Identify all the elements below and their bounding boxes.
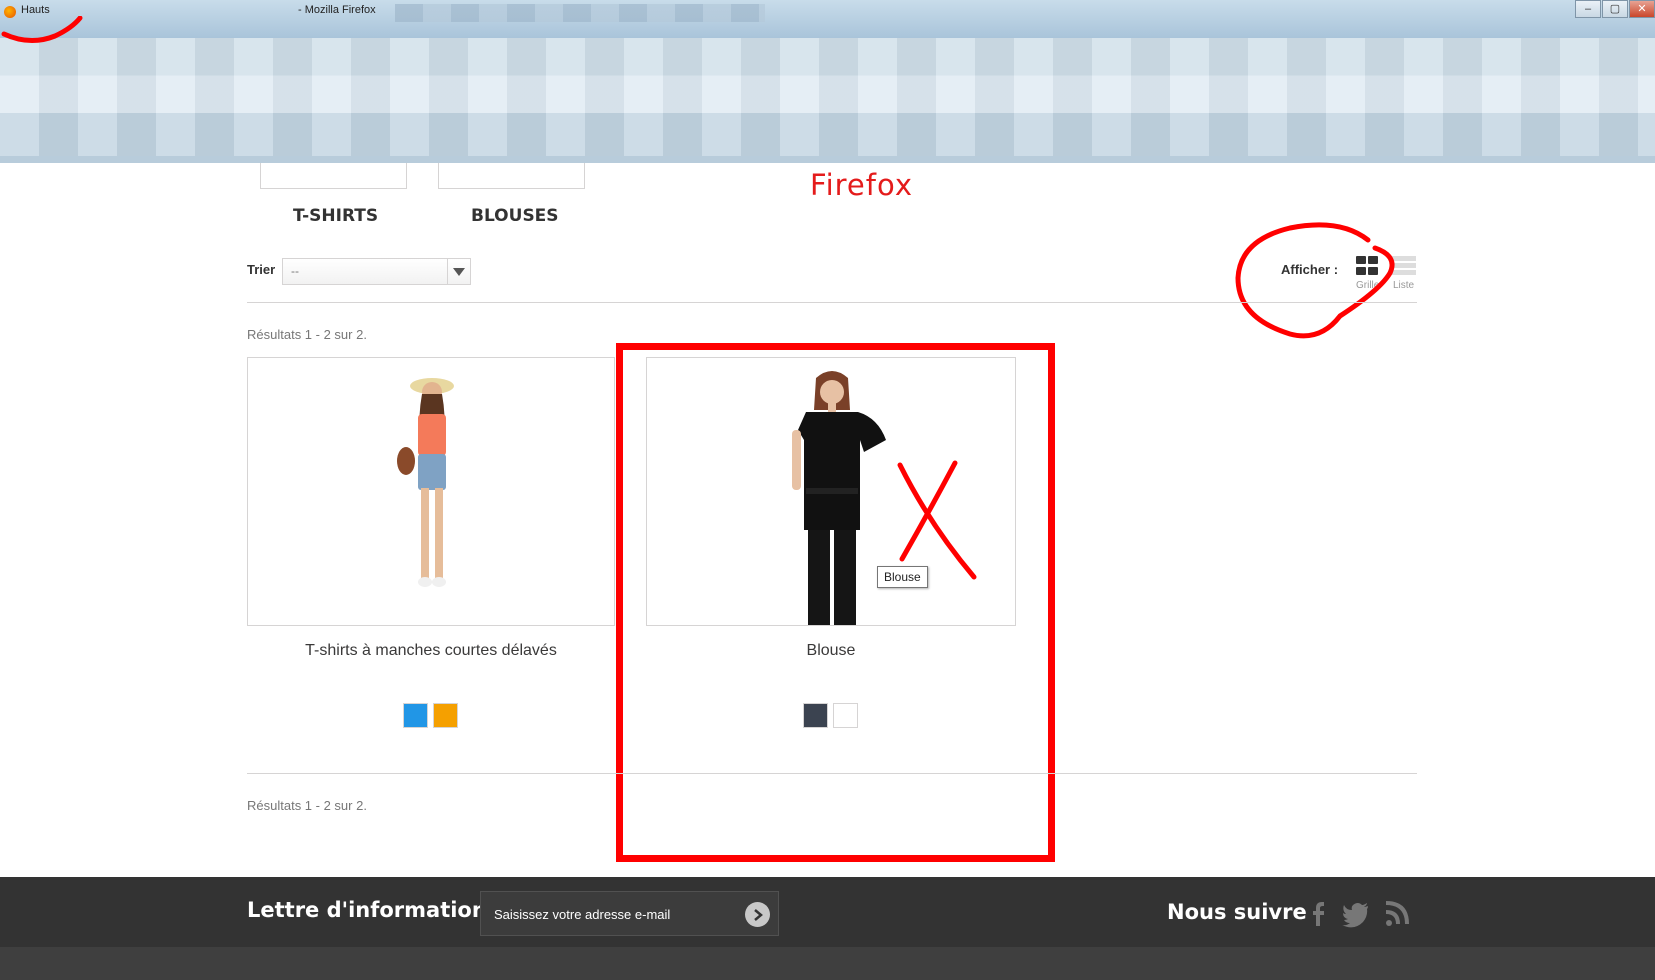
maximize-button[interactable]: ▢ (1602, 0, 1628, 18)
results-count-top: Résultats 1 - 2 sur 2. (247, 327, 367, 342)
follow-us-title: Nous suivre (1167, 900, 1307, 924)
chevron-right-icon (753, 908, 763, 921)
newsletter-field-wrapper (480, 891, 779, 936)
color-swatch-blue[interactable] (403, 703, 428, 728)
chevron-down-icon[interactable] (447, 259, 470, 284)
product-name-tshirt[interactable]: T-shirts à manches courtes délavés (247, 642, 615, 660)
rss-icon[interactable] (1384, 898, 1410, 928)
window-tab-title: Hauts (21, 4, 50, 16)
sort-select[interactable]: -- (282, 258, 471, 285)
twitter-icon[interactable] (1342, 898, 1370, 928)
annotation-x-mark (897, 460, 977, 580)
subcategory-link-blouses[interactable]: BLOUSES (471, 206, 559, 226)
blurred-menu-bar (395, 4, 765, 22)
subcategory-link-tshirts[interactable]: T-SHIRTS (293, 206, 378, 226)
annotation-highlight-box (616, 343, 1055, 862)
subcategory-thumb-blouses[interactable] (438, 163, 585, 189)
facebook-icon[interactable] (1306, 898, 1332, 928)
window-app-title: - Mozilla Firefox (298, 4, 376, 16)
color-swatch-orange[interactable] (433, 703, 458, 728)
newsletter-email-input[interactable] (494, 904, 734, 924)
divider-top (247, 302, 1417, 303)
browser-title-bar: Hauts - Mozilla Firefox – ▢ ✕ (0, 0, 1655, 38)
footer-bottom-bar (0, 947, 1655, 980)
annotation-underline-mark (1, 16, 83, 43)
sort-label: Trier (247, 262, 276, 277)
sort-selected-value: -- (291, 264, 299, 278)
subcategory-thumb-tshirts[interactable] (260, 163, 407, 189)
close-window-button[interactable]: ✕ (1629, 0, 1655, 18)
product-image-tshirt[interactable] (247, 357, 615, 626)
annotation-firefox-label: Firefox (810, 168, 913, 202)
minimize-button[interactable]: – (1575, 0, 1601, 18)
results-count-bottom: Résultats 1 - 2 sur 2. (247, 798, 367, 813)
annotation-circle-mark (1235, 222, 1395, 339)
divider-bottom (247, 773, 1417, 774)
newsletter-submit-button[interactable] (745, 902, 770, 927)
newsletter-title: Lettre d'informations (247, 898, 500, 922)
blurred-browser-toolbar (0, 38, 1655, 163)
